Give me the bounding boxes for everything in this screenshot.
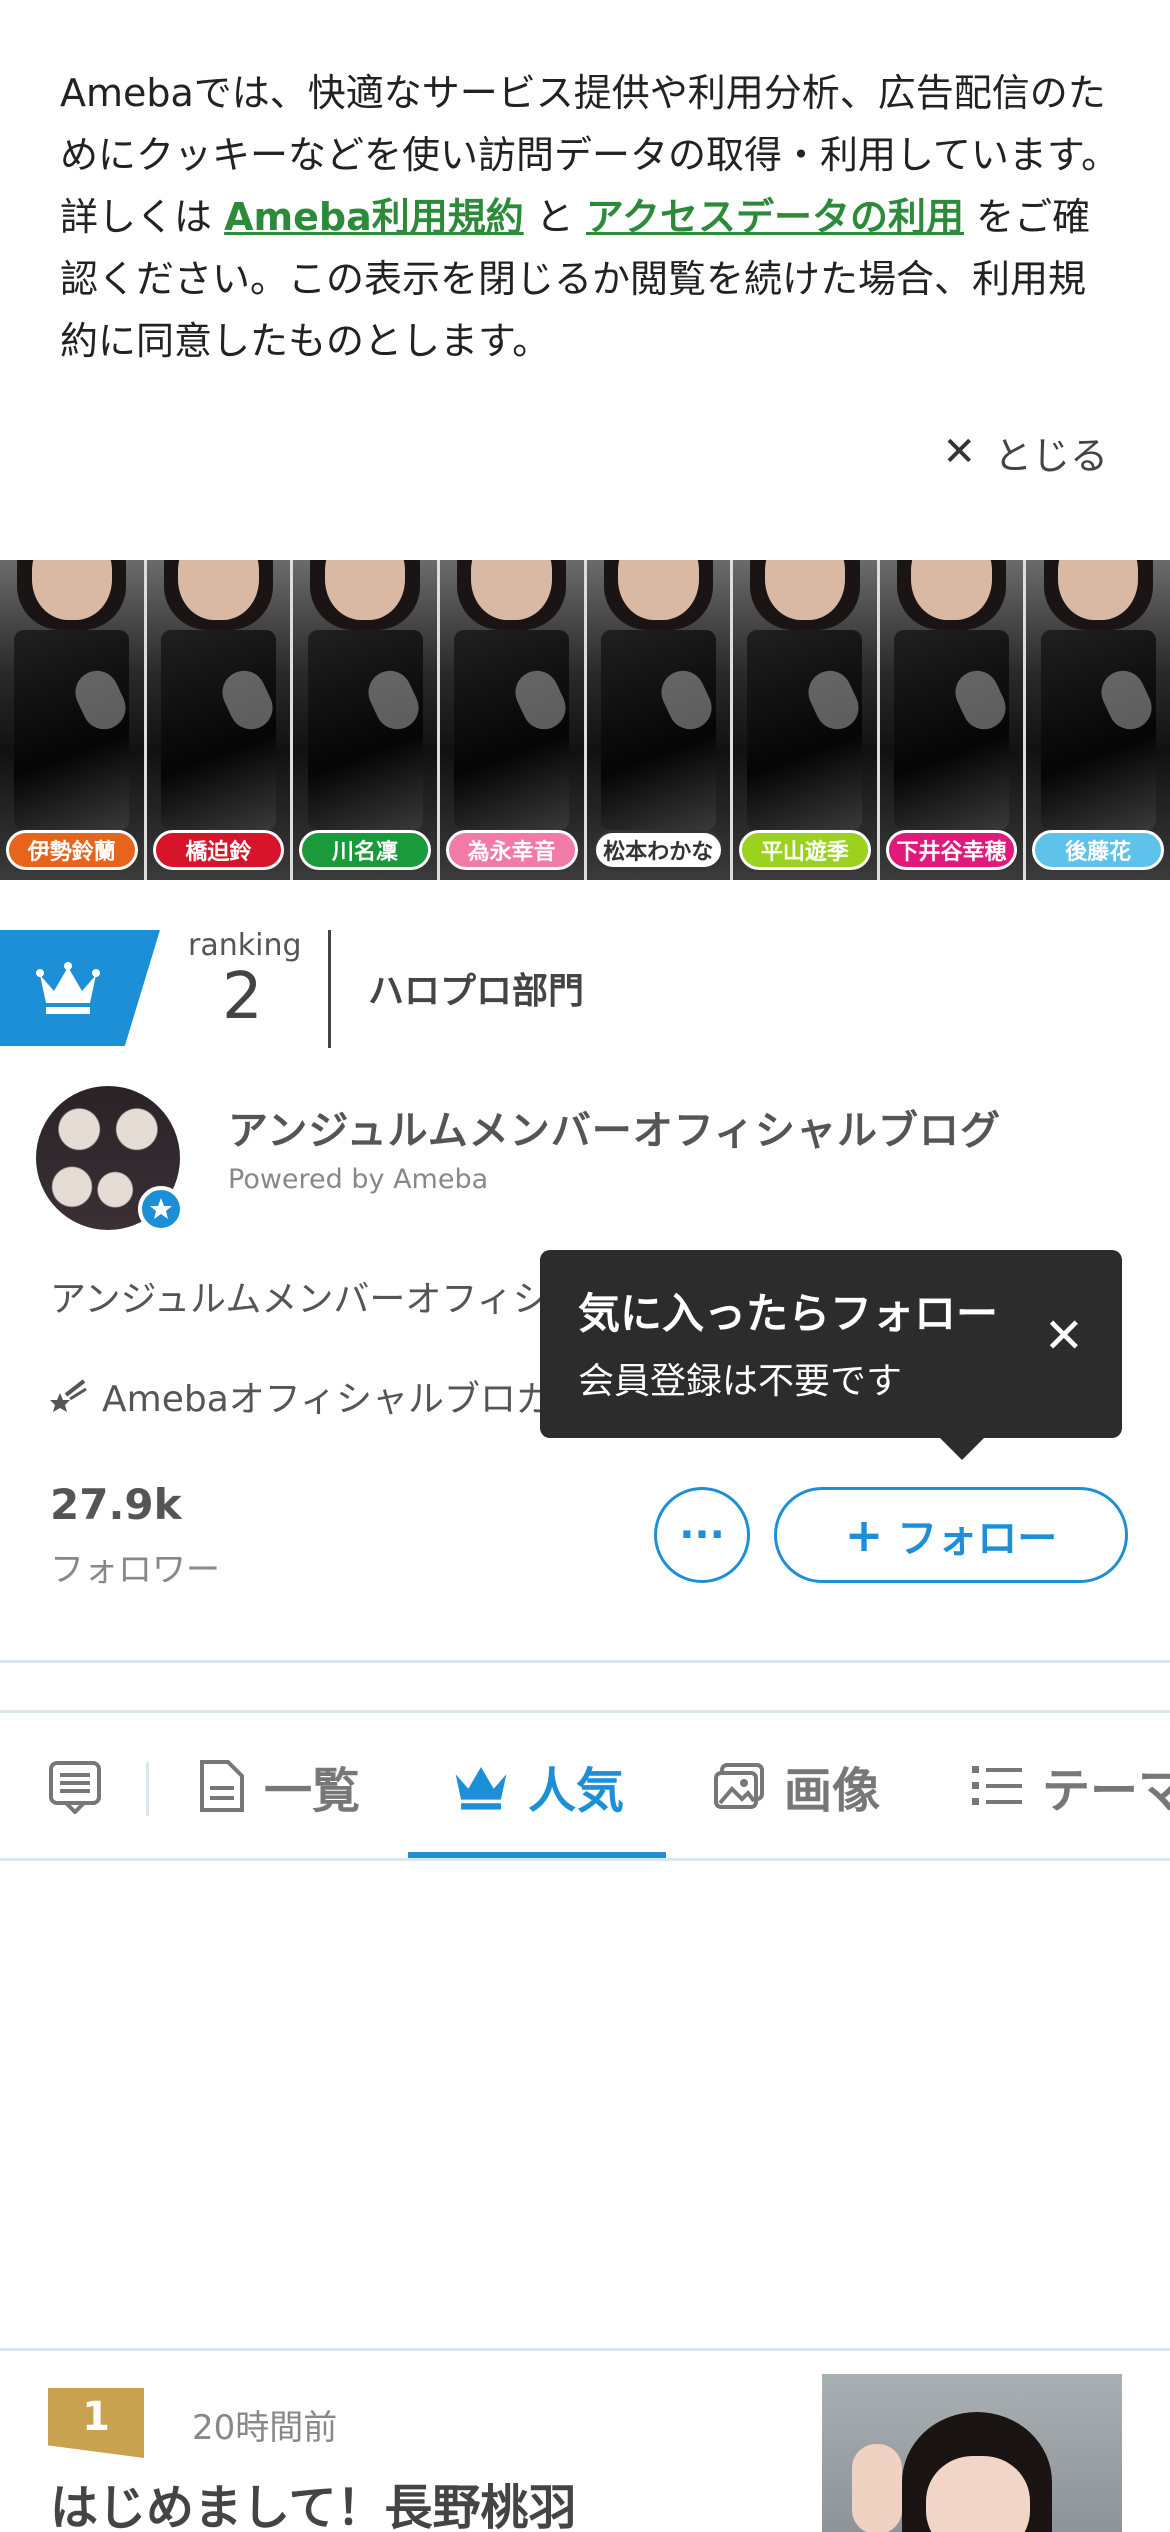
post-thumbnail[interactable]	[822, 2374, 1122, 2532]
tab-themes[interactable]: テーマ	[970, 1750, 1170, 1822]
divider	[0, 1858, 1170, 1861]
tab-list[interactable]: 一覧	[198, 1750, 360, 1822]
powered-by-label: Powered by Ameba	[228, 1164, 489, 1195]
tooltip-title: 気に入ったらフォロー	[578, 1289, 999, 1338]
member-name-tag: 為永幸音	[445, 830, 578, 870]
crown-icon	[455, 1766, 507, 1810]
member-photo: 平山遊季	[733, 560, 880, 880]
official-badge-icon	[138, 1186, 184, 1232]
shooting-star-icon	[50, 1379, 87, 1412]
speech-list-icon[interactable]	[48, 1760, 102, 1814]
close-icon: ✕	[942, 429, 976, 475]
cookie-text-and: と	[523, 195, 586, 239]
member-photo: 為永幸音	[439, 560, 587, 880]
tab-label: テーマ	[1042, 1763, 1170, 1819]
tab-label: 人気	[528, 1763, 625, 1819]
cookie-notice-text: Amebaでは、快適なサービス提供や利用分析、広告配信のためにクッキーなどを使い…	[60, 62, 1120, 372]
member-photo: 下井谷幸穂	[879, 560, 1027, 880]
follow-tooltip: 気に入ったらフォロー 会員登録は不要です ✕	[540, 1250, 1122, 1460]
ranking-number: 2	[222, 960, 263, 1034]
member-photo: 橋迫鈴	[146, 560, 294, 880]
blog-description: アンジュルムメンバーオフィシ	[50, 1279, 549, 1320]
tab-popular[interactable]: 人気	[452, 1750, 624, 1822]
member-photo: 後藤花	[1026, 560, 1170, 880]
image-icon	[714, 1763, 764, 1809]
member-name-tag: 松本わかな	[592, 830, 725, 870]
member-name-tag: 橋迫鈴	[152, 830, 285, 870]
follow-button-label: フォロー	[897, 1516, 1058, 1562]
blog-title[interactable]: アンジュルムメンバーオフィシャルブログ	[228, 1098, 1001, 1156]
followers-label: フォロワー	[50, 1550, 220, 1590]
plus-icon: +	[844, 1508, 884, 1562]
member-name-tag: 川名凜	[299, 830, 431, 870]
access-data-link[interactable]: アクセスデータの利用	[586, 195, 964, 239]
tooltip-subtitle: 会員登録は不要です	[578, 1361, 903, 1402]
official-blogger-text: Amebaオフィシャルブロガ	[102, 1379, 553, 1420]
cookie-close-label: とじる	[993, 433, 1108, 478]
follow-button[interactable]: + フォロー	[774, 1487, 1128, 1583]
followers-count: 27.9k	[50, 1480, 182, 1529]
star-icon	[150, 1198, 172, 1219]
tab-images[interactable]: 画像	[712, 1750, 880, 1822]
ranking-crown-badge	[0, 930, 160, 1046]
tab-label: 一覧	[264, 1763, 361, 1819]
ellipsis-icon: ···	[679, 1512, 725, 1558]
ameba-terms-link[interactable]: Ameba利用規約	[224, 195, 524, 239]
member-name-tag: 後藤花	[1032, 830, 1164, 870]
post-time: 20時間前	[192, 2408, 338, 2448]
divider	[0, 1710, 1170, 1713]
member-photo: 松本わかな	[586, 560, 734, 880]
divider	[0, 2348, 1170, 2351]
divider	[0, 1660, 1170, 1663]
post-title[interactable]: はじめまして！長野桃羽	[50, 2468, 577, 2532]
tab-label: 画像	[784, 1763, 881, 1819]
ranking-department[interactable]: ハロプロ部門	[368, 962, 584, 1014]
crown-icon	[36, 962, 100, 1014]
member-name-tag: 下井谷幸穂	[885, 830, 1018, 870]
member-name-tag: 伊勢鈴蘭	[6, 830, 138, 870]
cookie-notice: Amebaでは、快適なサービス提供や利用分析、広告配信のためにクッキーなどを使い…	[0, 0, 1170, 560]
ranking-label: ranking	[188, 928, 302, 963]
member-name-tag: 平山遊季	[739, 830, 871, 870]
member-photo: 伊勢鈴蘭	[0, 560, 147, 880]
tab-separator	[146, 1762, 149, 1816]
document-icon	[200, 1760, 244, 1812]
tooltip-close-icon[interactable]: ✕	[1044, 1312, 1084, 1360]
official-blogger-label: Amebaオフィシャルブロガ	[50, 1370, 552, 1422]
post-rank-badge: 1	[48, 2388, 144, 2458]
cookie-close-button[interactable]: ✕ とじる	[942, 422, 1108, 482]
list-icon	[972, 1766, 1022, 1805]
member-photo: 川名凜	[293, 560, 440, 880]
member-banner[interactable]: 伊勢鈴蘭 橋迫鈴 川名凜 為永幸音 松本わかな 平山遊季 下井谷幸穂 後藤花	[0, 560, 1170, 880]
ranking-divider	[328, 930, 331, 1048]
more-options-button[interactable]: ···	[654, 1487, 750, 1583]
